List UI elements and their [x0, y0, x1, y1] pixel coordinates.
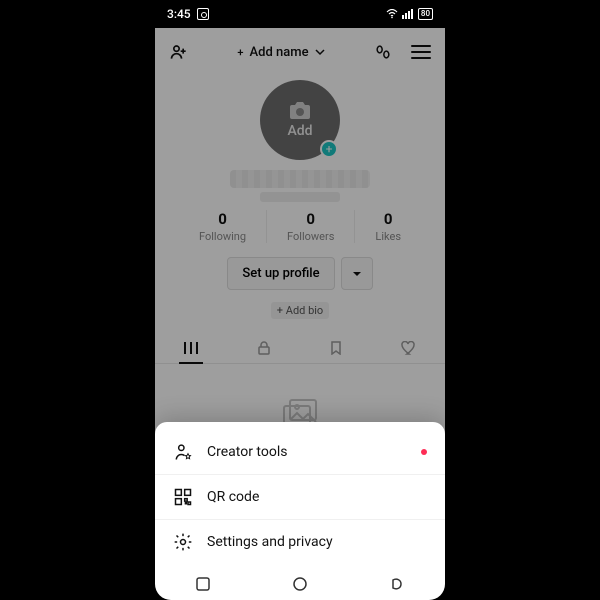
phone-frame: 3:45 80 + Add name [155, 0, 445, 600]
status-time: 3:45 [167, 7, 191, 21]
sheet-item-label: QR code [207, 489, 259, 505]
home-button[interactable] [291, 575, 309, 593]
sheet-item-label: Settings and privacy [207, 534, 333, 550]
qr-icon [173, 487, 193, 507]
signal-icon [402, 9, 414, 19]
sheet-item-label: Creator tools [207, 444, 287, 460]
battery-icon: 80 [418, 8, 433, 20]
bottom-sheet: Creator tools QR code Settings and priva… [155, 422, 445, 568]
back-button[interactable] [388, 575, 406, 593]
picture-icon [197, 8, 209, 20]
sheet-item-qr-code[interactable]: QR code [155, 475, 445, 520]
android-nav-bar [155, 568, 445, 600]
recent-apps-button[interactable] [194, 575, 212, 593]
status-bar: 3:45 80 [155, 0, 445, 28]
sheet-item-settings[interactable]: Settings and privacy [155, 520, 445, 564]
app-area: + Add name Add + [155, 28, 445, 568]
notification-dot [421, 449, 427, 455]
sheet-item-creator-tools[interactable]: Creator tools [155, 430, 445, 475]
person-star-icon [173, 442, 193, 462]
gear-icon [173, 532, 193, 552]
wifi-icon [386, 9, 398, 19]
